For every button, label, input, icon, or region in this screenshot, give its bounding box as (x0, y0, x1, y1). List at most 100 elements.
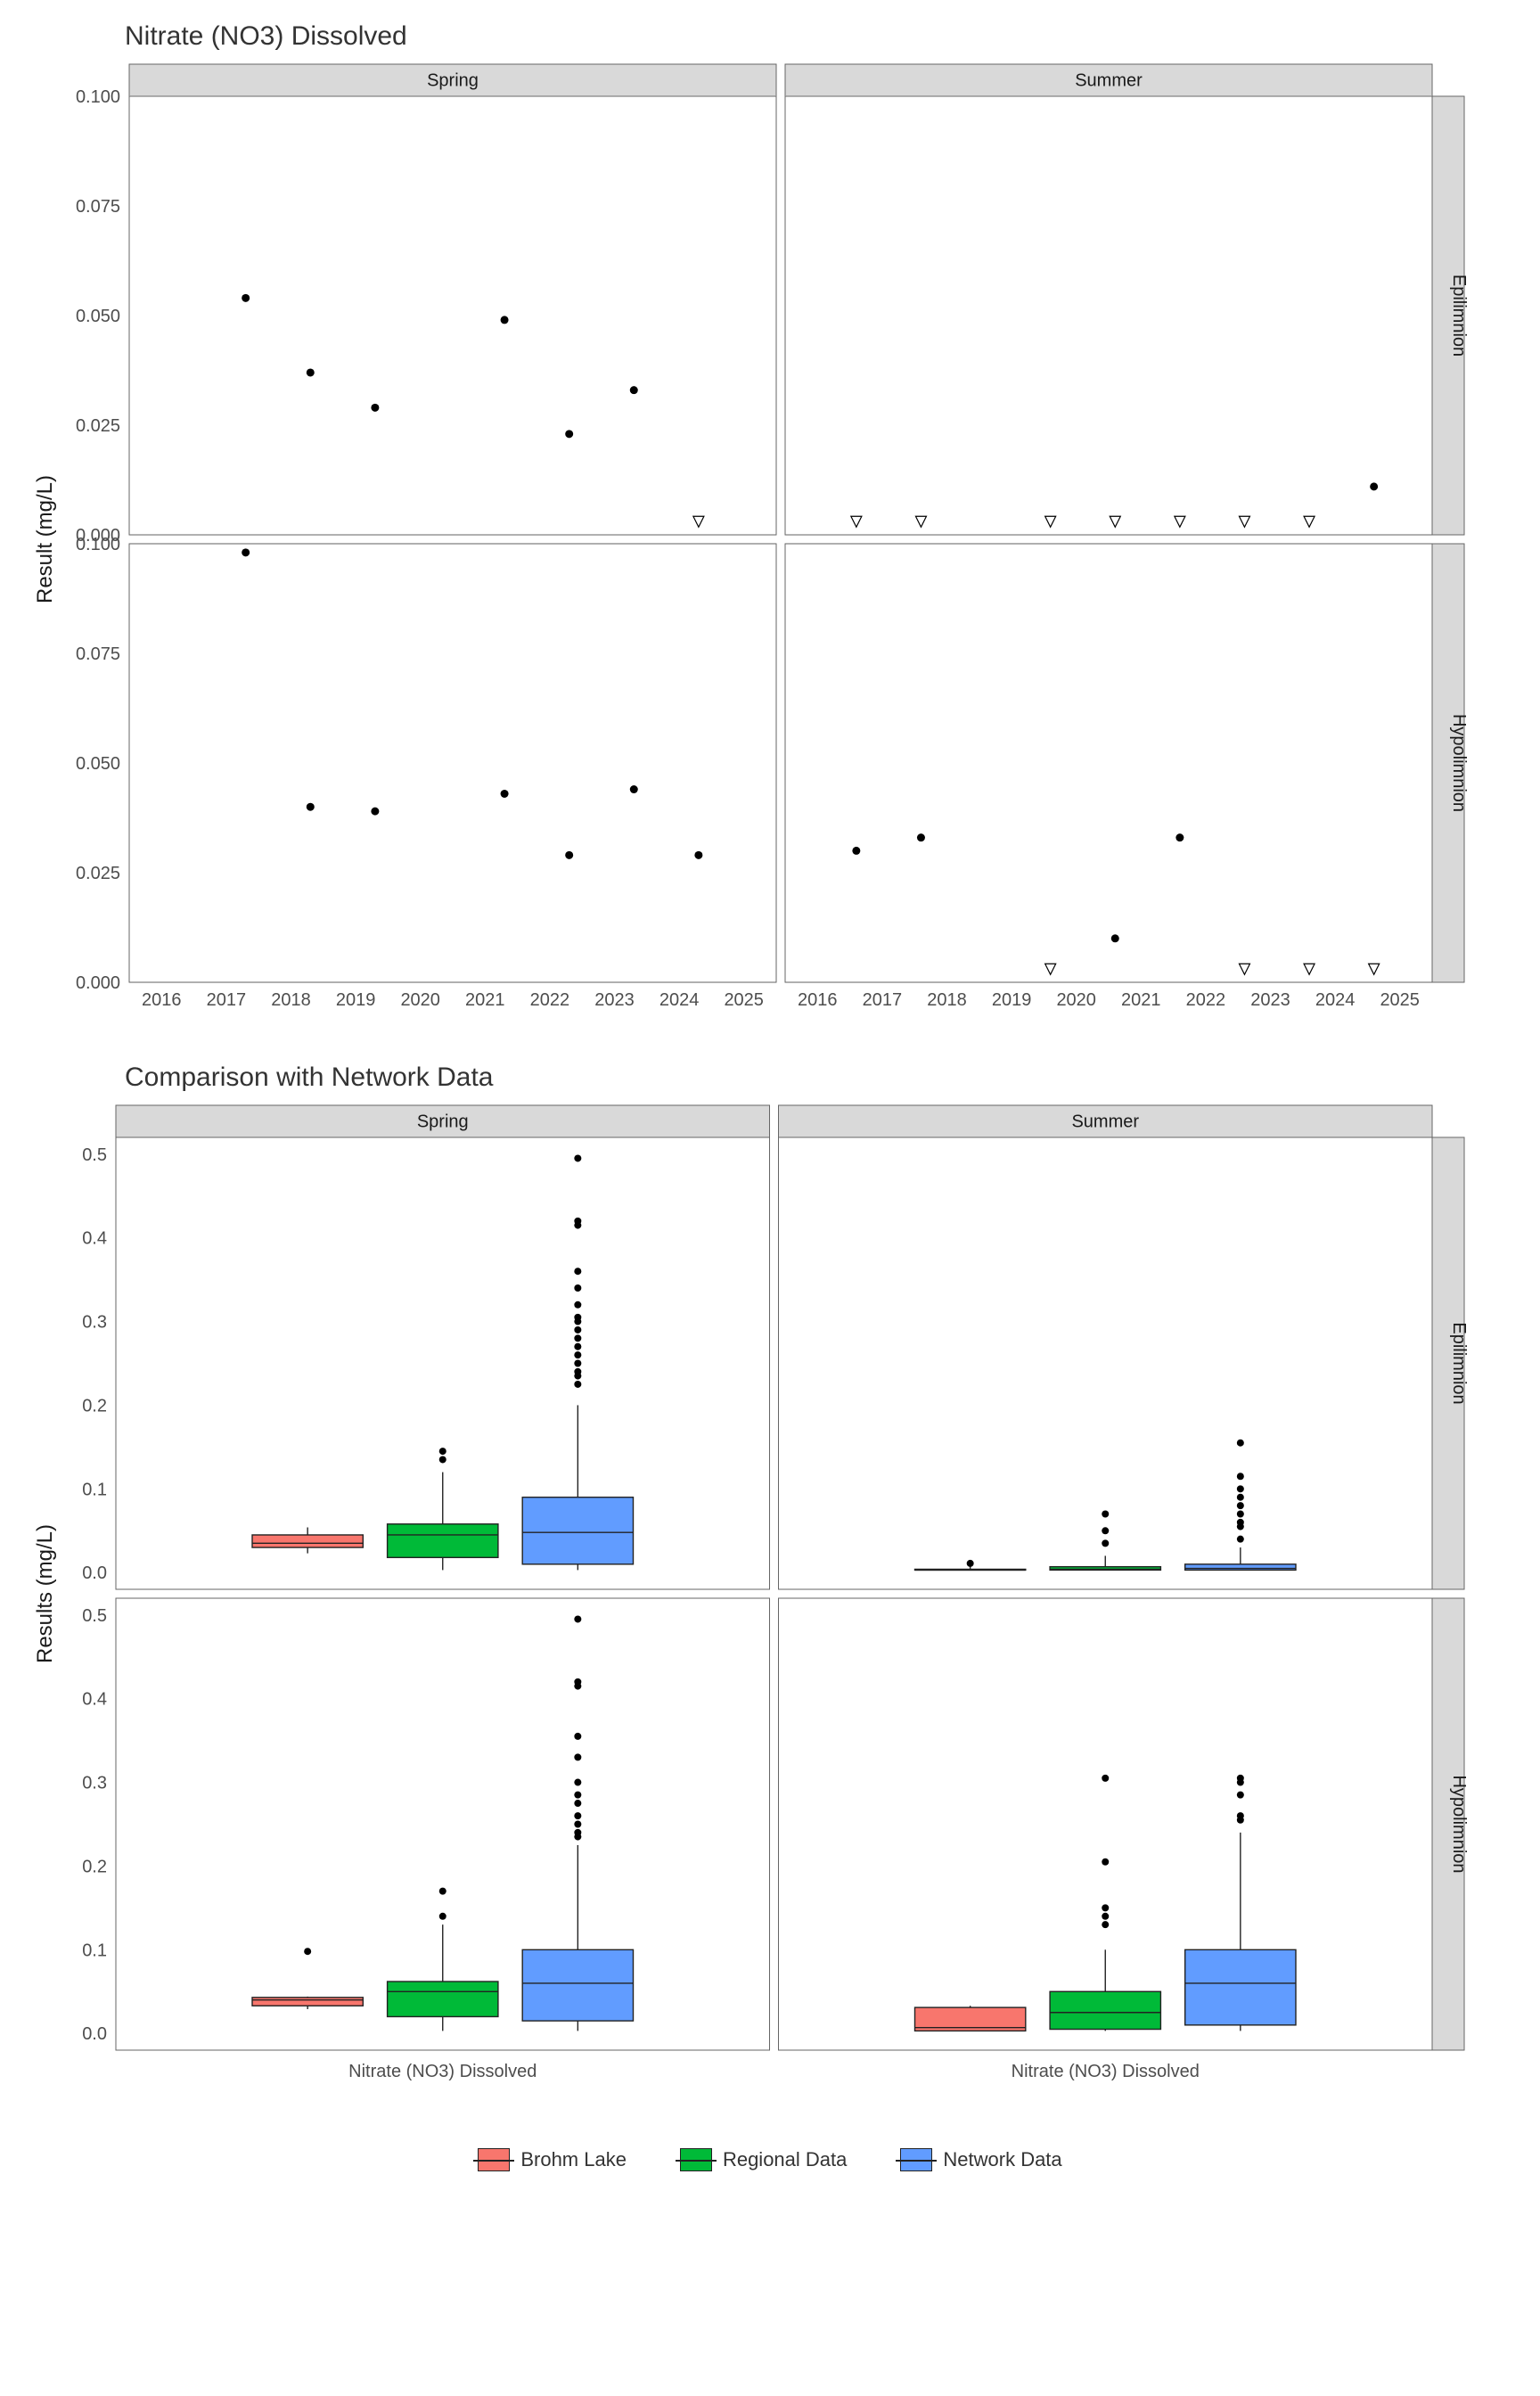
svg-text:2023: 2023 (594, 990, 635, 1010)
outlier-point (1237, 1536, 1244, 1543)
svg-text:2021: 2021 (1121, 990, 1161, 1010)
outlier-point (1237, 1511, 1244, 1518)
outlier-point (574, 1218, 581, 1225)
box-network-data (522, 1498, 633, 1564)
outlier-point (574, 1829, 581, 1836)
outlier-point (574, 1326, 581, 1333)
outlier-point (1237, 1485, 1244, 1492)
outlier-point (1102, 1904, 1109, 1911)
box-regional-data (388, 1524, 498, 1558)
data-point (307, 803, 315, 811)
boxplot-title: Comparison with Network Data (125, 1063, 1513, 1093)
svg-text:0.3: 0.3 (82, 1774, 107, 1793)
data-point (565, 851, 573, 859)
outlier-point (574, 1812, 581, 1819)
box-network-data (1185, 1949, 1296, 2025)
svg-text:Summer: Summer (1071, 1112, 1139, 1131)
svg-text:2025: 2025 (724, 990, 764, 1010)
outlier-point (1237, 1494, 1244, 1501)
data-point (917, 833, 925, 841)
data-point (307, 368, 315, 376)
outlier-point (574, 1368, 581, 1375)
svg-text:0.075: 0.075 (76, 644, 120, 664)
outlier-point (1102, 1539, 1109, 1547)
box-network-data (522, 1949, 633, 2021)
svg-text:0.1: 0.1 (82, 1941, 107, 1960)
svg-text:Nitrate (NO3) Dissolved: Nitrate (NO3) Dissolved (1012, 2062, 1200, 2081)
svg-text:2021: 2021 (465, 990, 505, 1010)
outlier-point (1102, 1913, 1109, 1920)
svg-text:2023: 2023 (1250, 990, 1290, 1010)
box-brohm-lake (252, 1998, 363, 2006)
scatter-chart-block: Nitrate (NO3) Dissolved Result (mg/L)Spr… (27, 21, 1513, 1036)
data-point (501, 790, 509, 798)
svg-text:Spring: Spring (417, 1112, 469, 1131)
svg-text:0.5: 0.5 (82, 1145, 107, 1165)
outlier-point (439, 1888, 446, 1895)
svg-text:2019: 2019 (336, 990, 376, 1010)
svg-text:Hypolimnion: Hypolimnion (1449, 1775, 1469, 1873)
outlier-point (1102, 1859, 1109, 1866)
svg-text:2019: 2019 (992, 990, 1032, 1010)
outlier-point (574, 1314, 581, 1321)
outlier-point (574, 1381, 581, 1388)
outlier-point (574, 1753, 581, 1760)
svg-text:2020: 2020 (400, 990, 440, 1010)
svg-text:0.4: 0.4 (82, 1229, 107, 1249)
outlier-point (574, 1821, 581, 1828)
data-point (630, 386, 638, 394)
data-point (501, 316, 509, 324)
outlier-point (574, 1154, 581, 1161)
svg-text:0.0: 0.0 (82, 1563, 107, 1583)
svg-text:2018: 2018 (271, 990, 311, 1010)
svg-text:2022: 2022 (530, 990, 570, 1010)
box-regional-data (388, 1982, 498, 2016)
data-point (565, 430, 573, 438)
data-point (371, 404, 379, 412)
svg-text:2016: 2016 (798, 990, 838, 1010)
data-point (694, 851, 702, 859)
data-point (852, 847, 860, 855)
legend-label: Regional Data (723, 2148, 847, 2171)
outlier-point (1237, 1775, 1244, 1782)
legend-item-regional-data: Regional Data (680, 2148, 847, 2171)
outlier-point (304, 1948, 311, 1955)
outlier-point (1102, 1921, 1109, 1928)
box-network-data (1185, 1564, 1296, 1571)
outlier-point (439, 1448, 446, 1455)
outlier-point (1237, 1473, 1244, 1480)
legend-label: Brohm Lake (520, 2148, 627, 2171)
svg-text:0.050: 0.050 (76, 754, 120, 774)
scatter-svg: Result (mg/L)SpringSummerEpilimnionHypol… (27, 55, 1513, 1036)
svg-text:0.025: 0.025 (76, 864, 120, 883)
svg-text:0.4: 0.4 (82, 1690, 107, 1710)
svg-text:Results (mg/L): Results (mg/L) (33, 1524, 57, 1663)
svg-text:2022: 2022 (1186, 990, 1226, 1010)
svg-text:Hypolimnion: Hypolimnion (1449, 714, 1469, 812)
data-point (242, 548, 250, 556)
svg-text:0.000: 0.000 (76, 973, 120, 993)
svg-text:0.025: 0.025 (76, 416, 120, 436)
svg-text:2025: 2025 (1380, 990, 1420, 1010)
svg-text:0.2: 0.2 (82, 1396, 107, 1415)
legend: Brohm LakeRegional DataNetwork Data (27, 2148, 1513, 2171)
outlier-point (1102, 1775, 1109, 1782)
legend-item-brohm-lake: Brohm Lake (478, 2148, 627, 2171)
outlier-point (1237, 1792, 1244, 1799)
outlier-point (574, 1351, 581, 1358)
outlier-point (967, 1560, 974, 1567)
outlier-point (574, 1678, 581, 1686)
scatter-title: Nitrate (NO3) Dissolved (125, 21, 1513, 52)
svg-text:Summer: Summer (1075, 70, 1143, 90)
outlier-point (574, 1800, 581, 1807)
outlier-point (1237, 1519, 1244, 1526)
svg-text:Result (mg/L): Result (mg/L) (33, 475, 57, 603)
outlier-point (1102, 1527, 1109, 1534)
legend-swatch (900, 2148, 932, 2171)
outlier-point (574, 1334, 581, 1342)
svg-text:0.100: 0.100 (76, 87, 120, 107)
data-point (1111, 934, 1119, 942)
svg-text:0.5: 0.5 (82, 1606, 107, 1626)
outlier-point (439, 1456, 446, 1463)
outlier-point (574, 1779, 581, 1786)
